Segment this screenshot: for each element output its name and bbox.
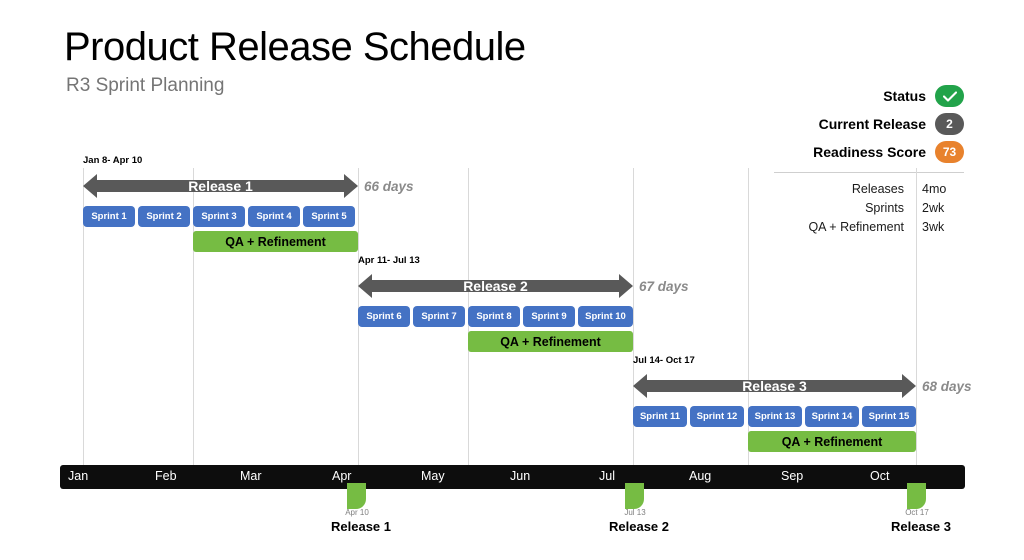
release-2-qa-bar[interactable]: QA + Refinement [468, 331, 633, 352]
release-2-duration: 67 days [639, 279, 689, 294]
release-3-sprint-4[interactable]: Sprint 14 [805, 406, 859, 427]
axis-month-aug: Aug [689, 469, 712, 483]
axis-month-oct: Oct [870, 469, 890, 483]
gantt-slide: Product Release Schedule R3 Sprint Plann… [0, 0, 1024, 560]
release-3-bar[interactable]: Release 3 [633, 373, 916, 399]
release-3-duration: 68 days [922, 379, 972, 394]
axis-month-apr: Apr [332, 469, 352, 483]
milestone-date-release-1: Apr 10 [345, 508, 369, 517]
release-3-sprint-1[interactable]: Sprint 11 [633, 406, 687, 427]
milestone-label-release-3: Release 3 [891, 519, 951, 534]
axis-month-jan: Jan [68, 469, 89, 483]
milestone-marker-release-2[interactable] [625, 483, 644, 509]
axis-month-jun: Jun [510, 469, 531, 483]
release-2-sprint-3[interactable]: Sprint 8 [468, 306, 520, 327]
milestone-label-release-2: Release 2 [609, 519, 669, 534]
release-2-sprint-4[interactable]: Sprint 9 [523, 306, 575, 327]
release-3-qa-bar[interactable]: QA + Refinement [748, 431, 916, 452]
milestone-marker-release-3[interactable] [907, 483, 926, 509]
release-2-sprint-1[interactable]: Sprint 6 [358, 306, 410, 327]
release-1-sprint-2[interactable]: Sprint 2 [138, 206, 190, 227]
axis-month-sep: Sep [781, 469, 804, 483]
release-1-qa-bar[interactable]: QA + Refinement [193, 231, 358, 252]
milestone-label-release-1: Release 1 [331, 519, 391, 534]
release-1-sprint-5[interactable]: Sprint 5 [303, 206, 355, 227]
release-1-sprint-4[interactable]: Sprint 4 [248, 206, 300, 227]
axis-month-feb: Feb [155, 469, 177, 483]
gantt-plot: Jan 8- Apr 10 Release 1 66 days Sprint 1… [0, 0, 1024, 560]
release-2-sprint-2[interactable]: Sprint 7 [413, 306, 465, 327]
milestone-date-release-3: Oct 17 [905, 508, 929, 517]
release-1-label: Release 1 [188, 178, 253, 194]
release-3-sprint-5[interactable]: Sprint 15 [862, 406, 916, 427]
axis-month-mar: Mar [240, 469, 262, 483]
release-3-label: Release 3 [742, 378, 807, 394]
gridline [916, 168, 917, 465]
release-2-date-range: Apr 11- Jul 13 [358, 255, 420, 266]
release-1-duration: 66 days [364, 179, 414, 194]
release-2-sprint-5[interactable]: Sprint 10 [578, 306, 633, 327]
release-2-bar[interactable]: Release 2 [358, 273, 633, 299]
release-1-bar[interactable]: Release 1 [83, 173, 358, 199]
milestone-marker-release-1[interactable] [347, 483, 366, 509]
release-1-sprint-3[interactable]: Sprint 3 [193, 206, 245, 227]
release-1-sprint-1[interactable]: Sprint 1 [83, 206, 135, 227]
axis-month-may: May [421, 469, 445, 483]
release-2-label: Release 2 [463, 278, 528, 294]
release-1-date-range: Jan 8- Apr 10 [83, 155, 143, 166]
milestone-date-release-2: Jul 13 [624, 508, 646, 517]
release-3-sprint-2[interactable]: Sprint 12 [690, 406, 744, 427]
release-3-date-range: Jul 14- Oct 17 [633, 355, 695, 366]
axis-month-jul: Jul [599, 469, 615, 483]
release-3-sprint-3[interactable]: Sprint 13 [748, 406, 802, 427]
